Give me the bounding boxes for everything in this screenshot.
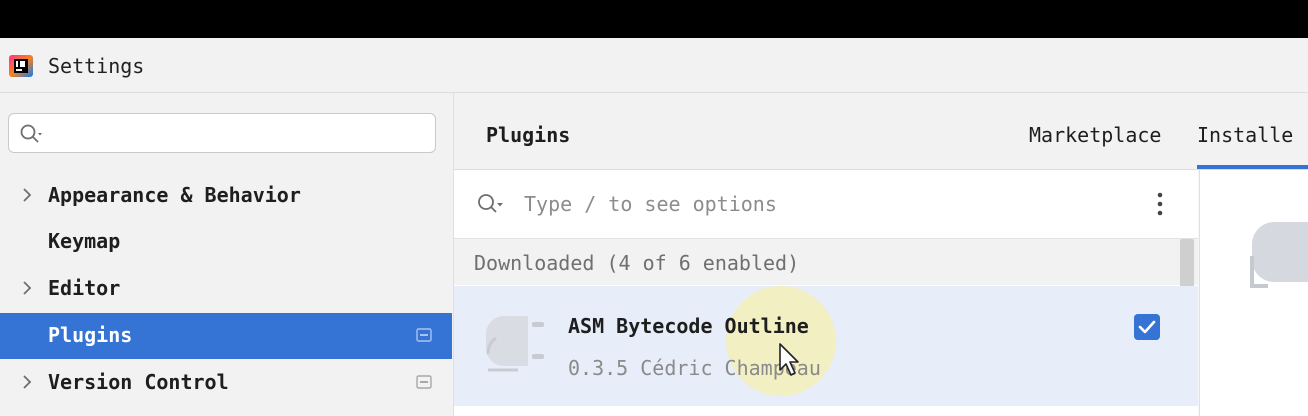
search-icon bbox=[478, 194, 503, 213]
title-bar: Settings bbox=[0, 38, 1308, 93]
page-title: Plugins bbox=[486, 123, 571, 147]
chevron-right-icon bbox=[23, 188, 32, 202]
sidebar-item-label: Version Control bbox=[48, 370, 229, 394]
group-header-label: Downloaded (4 of 6 enabled) bbox=[474, 251, 800, 275]
project-level-icon bbox=[416, 375, 432, 389]
plugin-plug-icon bbox=[486, 316, 544, 372]
window-title: Settings bbox=[48, 54, 145, 78]
plugin-detail-pane bbox=[1199, 170, 1308, 416]
settings-sidebar: Appearance & Behavior Keymap Editor Plug… bbox=[0, 93, 452, 416]
chevron-right-icon bbox=[23, 375, 32, 389]
plugin-list: Type / to see options Downloaded (4 of 6… bbox=[454, 170, 1198, 416]
scrollbar-thumb[interactable] bbox=[1180, 239, 1194, 293]
plugin-search-input[interactable]: Type / to see options bbox=[454, 170, 1198, 239]
plugin-list-item[interactable]: ASM Bytecode Outline 0.3.5 Cédric Champe… bbox=[454, 286, 1198, 406]
plugins-header: Plugins Marketplace Installe bbox=[454, 93, 1308, 170]
tab-marketplace[interactable]: Marketplace bbox=[1029, 123, 1161, 147]
kebab-menu-icon[interactable] bbox=[1150, 190, 1170, 218]
plugin-group-header: Downloaded (4 of 6 enabled) bbox=[454, 239, 1198, 285]
plugin-enabled-checkbox[interactable] bbox=[1134, 314, 1160, 340]
search-icon bbox=[20, 124, 42, 143]
plugin-name: ASM Bytecode Outline bbox=[568, 314, 809, 338]
sidebar-item-label: Appearance & Behavior bbox=[48, 183, 301, 207]
plugin-search-placeholder: Type / to see options bbox=[524, 192, 777, 216]
settings-search-input[interactable] bbox=[8, 113, 436, 153]
plugin-plug-icon bbox=[1250, 222, 1308, 288]
plugin-version: 0.3.5 bbox=[568, 356, 629, 380]
settings-window: Settings Appearance & Behavior Keymap Ed… bbox=[0, 38, 1308, 416]
sidebar-item-keymap[interactable]: Keymap bbox=[0, 219, 452, 265]
plugins-panel: Plugins Marketplace Installe Type / to s… bbox=[453, 93, 1308, 416]
sidebar-item-editor[interactable]: Editor bbox=[0, 266, 452, 312]
sidebar-item-plugins[interactable]: Plugins bbox=[0, 313, 452, 359]
sidebar-item-appearance-behavior[interactable]: Appearance & Behavior bbox=[0, 173, 452, 219]
mouse-cursor-icon bbox=[779, 343, 799, 376]
chevron-right-icon bbox=[23, 281, 32, 295]
screen-top-bar bbox=[0, 0, 1308, 38]
project-level-icon bbox=[416, 328, 432, 342]
active-tab-indicator bbox=[1197, 165, 1308, 169]
sidebar-item-label: Editor bbox=[48, 276, 121, 300]
sidebar-item-label: Keymap bbox=[48, 229, 121, 253]
intellij-app-icon bbox=[9, 55, 33, 77]
sidebar-item-version-control[interactable]: Version Control bbox=[0, 360, 452, 406]
sidebar-item-label: Plugins bbox=[48, 323, 133, 347]
tab-installed[interactable]: Installe bbox=[1197, 123, 1293, 147]
